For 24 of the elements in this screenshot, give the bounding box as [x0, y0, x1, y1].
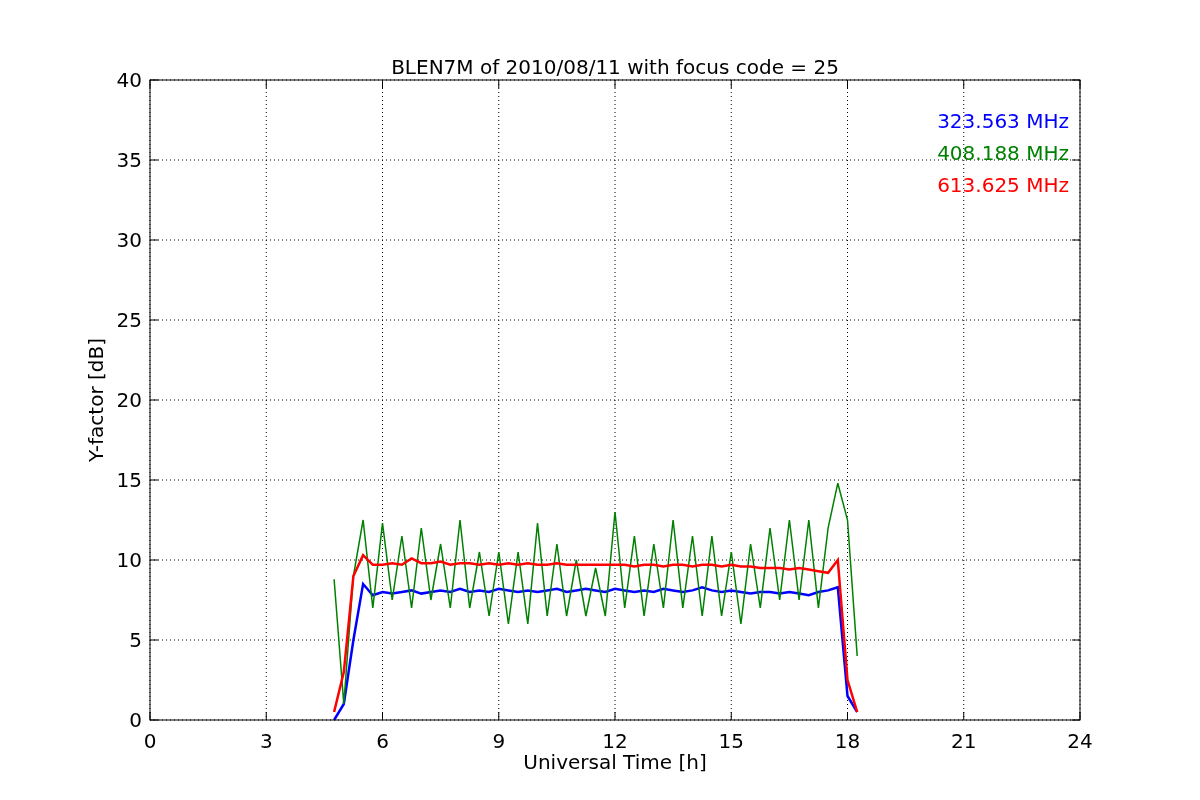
axis-tick-label: 30 — [116, 228, 142, 252]
legend-label: 323.563 MHz — [937, 109, 1069, 133]
axis-tick-label: 5 — [129, 628, 142, 652]
axis-tick-label: 15 — [116, 468, 142, 492]
x-axis-label: Universal Time [h] — [523, 750, 707, 774]
chart-title: BLEN7M of 2010/08/11 with focus code = 25 — [391, 55, 839, 79]
axis-tick-label: 15 — [718, 729, 744, 753]
axis-tick-label: 21 — [951, 729, 977, 753]
axis-tick-label: 0 — [129, 708, 142, 732]
axis-tick-label: 25 — [116, 308, 142, 332]
axis-tick-label: 24 — [1067, 729, 1093, 753]
axis-tick-label: 12 — [602, 729, 628, 753]
axis-tick-label: 3 — [259, 729, 273, 753]
axis-tick-label: 20 — [116, 388, 142, 412]
legend-label: 408.188 MHz — [937, 141, 1069, 165]
legend-label: 613.625 MHz — [937, 173, 1069, 197]
axis-tick-label: 6 — [376, 729, 389, 753]
axis-tick-label: 40 — [116, 68, 142, 92]
axis-tick-label: 9 — [492, 729, 506, 753]
axis-tick-label: 18 — [834, 729, 861, 753]
axis-tick-label: 35 — [116, 148, 142, 172]
y-axis-label: Y-factor [dB] — [84, 338, 108, 462]
axis-tick-label: 0 — [143, 729, 157, 753]
axis-tick-label: 10 — [116, 548, 142, 572]
